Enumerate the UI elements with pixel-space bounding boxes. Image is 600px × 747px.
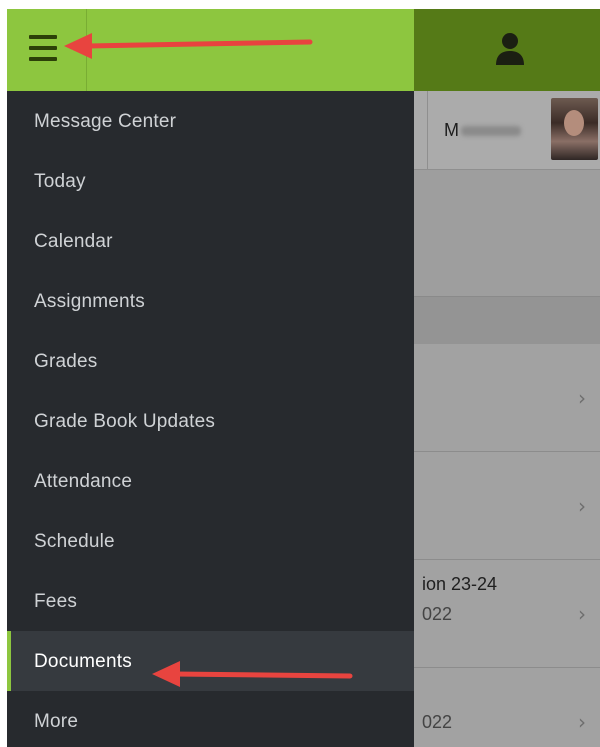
list-item[interactable]: 022 › xyxy=(414,668,600,747)
list-item-title: ion 23-24 xyxy=(422,574,498,594)
student-name: M xyxy=(444,120,521,141)
app-window: M › › ion 23-24 022 › 022 › Message Cent… xyxy=(7,9,600,747)
menu-item-fees[interactable]: Fees xyxy=(7,571,414,631)
hamburger-menu-icon[interactable] xyxy=(29,35,57,61)
avatar xyxy=(551,98,598,160)
user-selector[interactable]: M xyxy=(414,91,600,170)
list-item-subtitle: 022 xyxy=(422,712,453,732)
menu-item-assignments[interactable]: Assignments xyxy=(7,271,414,331)
menu-item-label: Today xyxy=(34,171,86,192)
section-header xyxy=(414,296,600,345)
menu-item-label: Grades xyxy=(34,351,98,372)
menu-item-label: Assignments xyxy=(34,291,145,312)
chevron-right-icon: › xyxy=(578,494,586,518)
navigation-drawer: Message Center Today Calendar Assignment… xyxy=(7,91,414,747)
chevron-right-icon: › xyxy=(578,386,586,410)
menu-item-grade-book-updates[interactable]: Grade Book Updates xyxy=(7,391,414,451)
menu-item-schedule[interactable]: Schedule xyxy=(7,511,414,571)
menu-item-label: Documents xyxy=(34,651,132,672)
annotation-arrow-icon xyxy=(152,661,353,687)
menu-item-message-center[interactable]: Message Center xyxy=(7,91,414,151)
menu-item-more[interactable]: More xyxy=(7,691,414,747)
menu-item-grades[interactable]: Grades xyxy=(7,331,414,391)
chevron-right-icon: › xyxy=(578,602,586,626)
menu-item-label: Schedule xyxy=(34,531,115,552)
annotation-arrow-icon xyxy=(64,33,313,59)
menu-item-label: Calendar xyxy=(34,231,113,252)
menu-item-label: Fees xyxy=(34,591,78,612)
list-item[interactable]: › xyxy=(414,344,600,452)
menu-item-calendar[interactable]: Calendar xyxy=(7,211,414,271)
person-icon[interactable] xyxy=(495,32,525,66)
menu-item-label: Message Center xyxy=(34,111,177,132)
menu-item-label: More xyxy=(34,711,79,732)
list-item-subtitle: 022 xyxy=(422,604,453,624)
chevron-right-icon: › xyxy=(578,710,586,734)
menu-item-attendance[interactable]: Attendance xyxy=(7,451,414,511)
list-item[interactable]: ion 23-24 022 › xyxy=(414,560,600,668)
divider xyxy=(427,91,428,169)
menu-item-today[interactable]: Today xyxy=(7,151,414,211)
menu-item-label: Grade Book Updates xyxy=(34,411,216,432)
list-item[interactable]: › xyxy=(414,452,600,560)
menu-item-label: Attendance xyxy=(34,471,133,492)
